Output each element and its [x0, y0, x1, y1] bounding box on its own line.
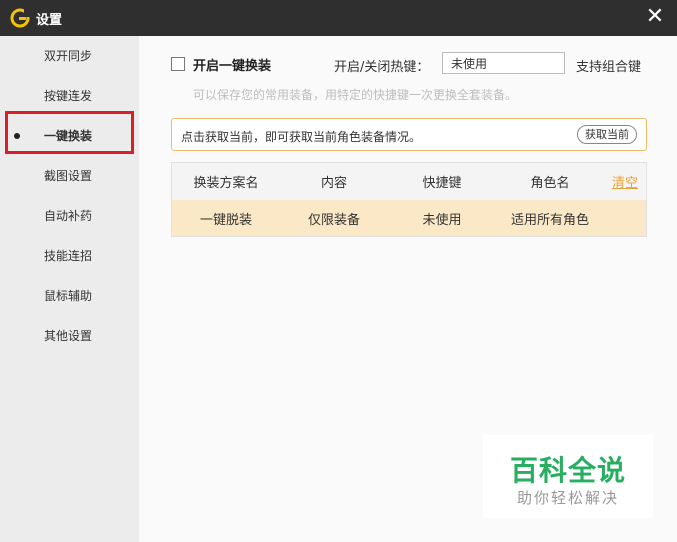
clear-link[interactable]: 清空	[612, 172, 638, 191]
column-header-hotkey: 快捷键	[422, 176, 462, 191]
sidebar-item-screenshot[interactable]: 截图设置	[0, 156, 139, 196]
sidebar-item-label: 其他设置	[44, 329, 93, 343]
window-title: 设置	[36, 13, 63, 28]
clear-cell: 清空	[604, 163, 646, 200]
sidebar-item-auto-potion[interactable]: 自动补药	[0, 196, 139, 236]
sidebar-item-skill-combo[interactable]: 技能连招	[0, 236, 139, 276]
sidebar-item-label: 双开同步	[44, 49, 93, 63]
app-logo-icon	[10, 8, 30, 28]
sidebar-item-mouse-assist[interactable]: 鼠标辅助	[0, 276, 139, 316]
feature-description: 可以保存您的常用装备，用特定的快捷键一次更换全套装备。	[193, 88, 518, 102]
sidebar-item-label: 按键连发	[44, 89, 93, 103]
column-header-plan-name: 换装方案名	[193, 176, 259, 191]
watermark-main-text: 百科全说	[509, 454, 626, 487]
notice-text: 点击获取当前，即可获取当前角色装备情况。	[181, 130, 422, 144]
sidebar-item-dual-sync[interactable]: 双开同步	[0, 36, 139, 76]
sidebar-item-label: 技能连招	[44, 249, 93, 263]
watermark-logo: 百科全说 助你轻松解决	[483, 435, 653, 518]
table-cell: 一键脱装	[199, 212, 252, 228]
feature-title: 开启一键换装	[193, 59, 272, 74]
column-header-content: 内容	[320, 176, 347, 191]
watermark-sub-text: 助你轻松解决	[516, 489, 619, 507]
sidebar-item-other-settings[interactable]: 其他设置	[0, 316, 139, 356]
table-cell: 仅限装备	[307, 212, 360, 228]
sidebar-item-label: 自动补药	[44, 209, 93, 223]
table-header: 换装方案名 内容 快捷键 角色名 清空	[172, 163, 646, 200]
hotkey-label: 开启/关闭热键：	[334, 60, 430, 75]
table-cell: 适用所有角色	[510, 212, 589, 228]
notice-box: 点击获取当前，即可获取当前角色装备情况。 获取当前	[171, 118, 647, 151]
enable-quick-equip-checkbox[interactable]	[171, 57, 185, 71]
sidebar-item-label: 鼠标辅助	[44, 289, 93, 303]
equip-plan-table: 换装方案名 内容 快捷键 角色名 清空 一键脱装 仅限装备 未使用 适用所有角色	[171, 162, 647, 237]
sidebar-item-key-repeat[interactable]: 按键连发	[0, 76, 139, 116]
fetch-current-button[interactable]: 获取当前	[577, 125, 637, 144]
close-button[interactable]: ✕	[643, 5, 667, 29]
table-cell: 未使用	[422, 212, 462, 228]
hotkey-input[interactable]	[442, 52, 565, 74]
table-row[interactable]: 一键脱装 仅限装备 未使用 适用所有角色	[172, 200, 646, 236]
sidebar-item-label: 截图设置	[44, 169, 93, 183]
title-bar: 设置 ✕	[0, 0, 677, 36]
combo-key-label: 支持组合键	[576, 60, 642, 75]
column-header-role-name: 角色名	[530, 176, 570, 191]
highlight-annotation	[5, 111, 134, 154]
